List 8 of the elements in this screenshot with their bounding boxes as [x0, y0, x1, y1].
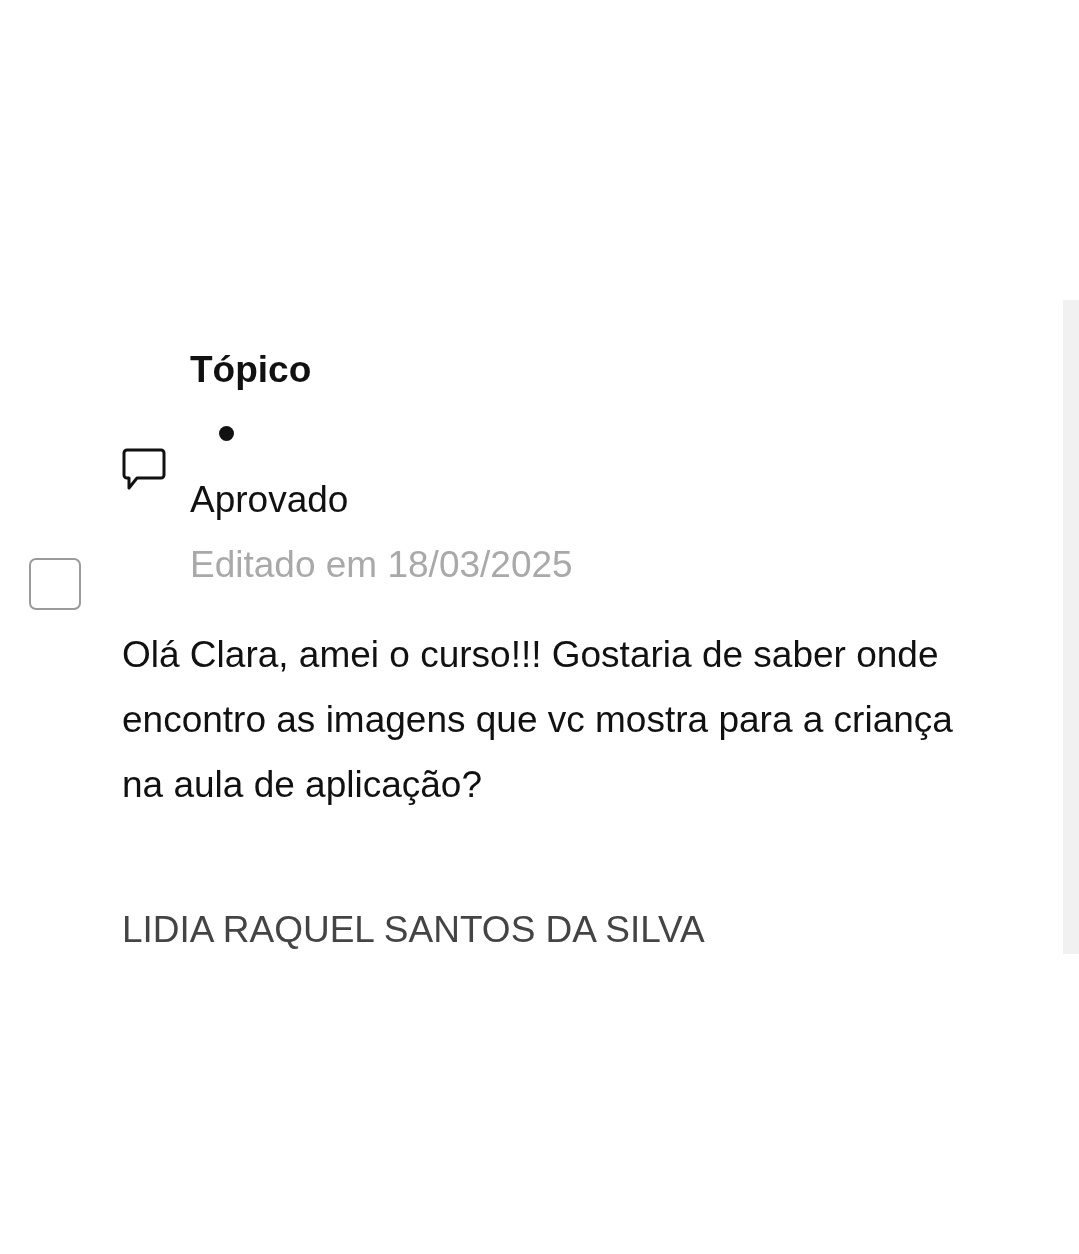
checkbox[interactable] — [29, 558, 81, 610]
topic-label: Tópico — [190, 348, 313, 392]
status-text: Aprovado — [190, 478, 350, 522]
comment-icon — [122, 447, 166, 491]
bullet-icon — [219, 426, 234, 441]
author-name: LIDIA RAQUEL SANTOS DA SILVA — [122, 908, 706, 952]
edited-date: Editado em 18/03/2025 — [190, 543, 573, 587]
message-text: Olá Clara, amei o curso!!! Gostaria de saber onde encontro as imagens que vc mostra para a criança na aula de aplicação? — [122, 633, 954, 807]
